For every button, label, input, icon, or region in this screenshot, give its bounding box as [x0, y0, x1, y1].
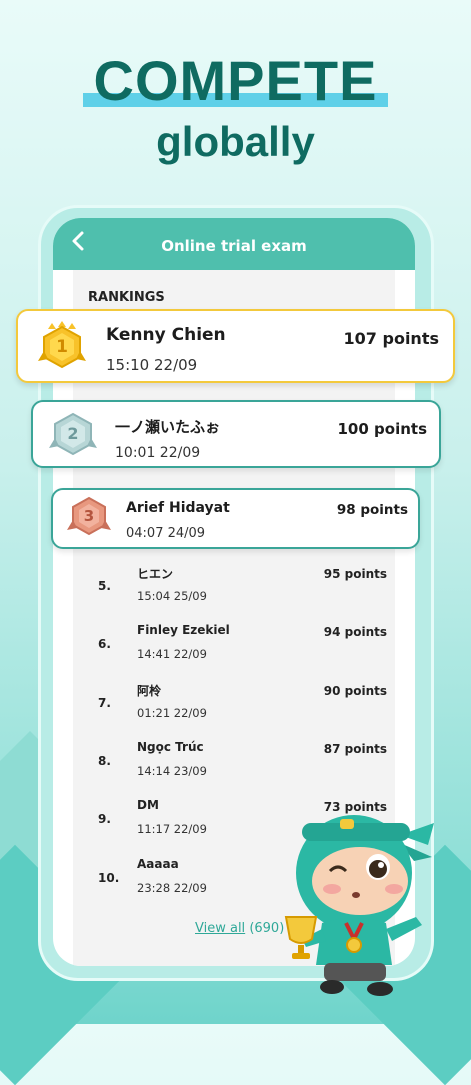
list-item-time: 14:14 23/09: [137, 764, 207, 778]
player-points: 100 points: [337, 420, 428, 438]
list-item-rank: 5.: [98, 579, 111, 593]
silver-hexagon-badge-icon: 2: [49, 412, 97, 462]
list-item-name: Finley Ezekiel: [137, 623, 230, 637]
app-bar: Online trial exam: [53, 218, 415, 270]
list-item-name: Ngọc Trúc: [137, 740, 204, 754]
player-name: 一ノ瀬いたふぉ: [115, 418, 221, 436]
ranking-card-1[interactable]: 1 Kenny Chien 15:10 22/09 107 points: [16, 309, 455, 383]
chevron-left-icon: [72, 231, 84, 251]
list-item-time: 01:21 22/09: [137, 706, 207, 720]
back-button[interactable]: [71, 230, 95, 256]
ninja-mascot-illustration: [282, 805, 442, 1000]
list-item-name: ヒエン: [137, 567, 174, 581]
player-points: 107 points: [343, 329, 439, 348]
list-item-points: 87 points: [323, 742, 387, 756]
player-time: 15:10 22/09: [106, 356, 198, 374]
gold-hexagon-badge-icon: 1: [38, 321, 86, 375]
badge-rank-number: 1: [56, 337, 68, 357]
ranking-card-2[interactable]: 2 一ノ瀬いたふぉ 10:01 22/09 100 points: [31, 400, 441, 468]
player-points: 98 points: [336, 502, 408, 518]
list-item-points: 90 points: [323, 684, 387, 698]
view-all-count: (690): [249, 921, 285, 936]
list-item-name: DM: [137, 798, 159, 812]
bronze-hexagon-badge-icon: 3: [67, 496, 111, 544]
player-name: Arief Hidayat: [126, 500, 230, 516]
page-title: Online trial exam: [161, 237, 307, 255]
list-item[interactable]: 7. 阿柃 01:21 22/09 90 points: [90, 682, 390, 738]
list-item-time: 11:17 22/09: [137, 822, 207, 836]
list-item-time: 14:41 22/09: [137, 647, 207, 661]
badge-rank-number: 3: [83, 507, 95, 525]
list-item[interactable]: 8. Ngọc Trúc 14:14 23/09 87 points: [90, 740, 390, 796]
list-item-rank: 7.: [98, 696, 111, 710]
list-item-rank: 6.: [98, 637, 111, 651]
list-item-time: 15:04 25/09: [137, 589, 207, 603]
ranking-card-3[interactable]: 3 Arief Hidayat 04:07 24/09 98 points: [51, 488, 420, 549]
list-item[interactable]: 6. Finley Ezekiel 14:41 22/09 94 points: [90, 623, 390, 679]
list-item-points: 95 points: [323, 567, 387, 581]
list-item-name: 阿柃: [137, 684, 162, 698]
hero-subtitle: globally: [156, 118, 315, 165]
list-item-name: Aaaaa: [137, 857, 179, 871]
rankings-heading: RANKINGS: [88, 290, 165, 305]
list-item-time: 23:28 22/09: [137, 881, 207, 895]
view-all-link[interactable]: View all (690): [195, 921, 284, 936]
player-time: 04:07 24/09: [126, 526, 206, 541]
list-item[interactable]: 5. ヒエン 15:04 25/09 95 points: [90, 565, 390, 621]
player-name: Kenny Chien: [106, 325, 226, 345]
list-item-rank: 8.: [98, 754, 111, 768]
badge-rank-number: 2: [67, 424, 79, 443]
player-time: 10:01 22/09: [115, 445, 201, 461]
view-all-label: View all: [195, 921, 246, 936]
list-item-points: 94 points: [323, 625, 387, 639]
list-item-rank: 9.: [98, 812, 111, 826]
list-item-rank: 10.: [98, 871, 120, 885]
hero-title: COMPETE: [93, 49, 378, 112]
